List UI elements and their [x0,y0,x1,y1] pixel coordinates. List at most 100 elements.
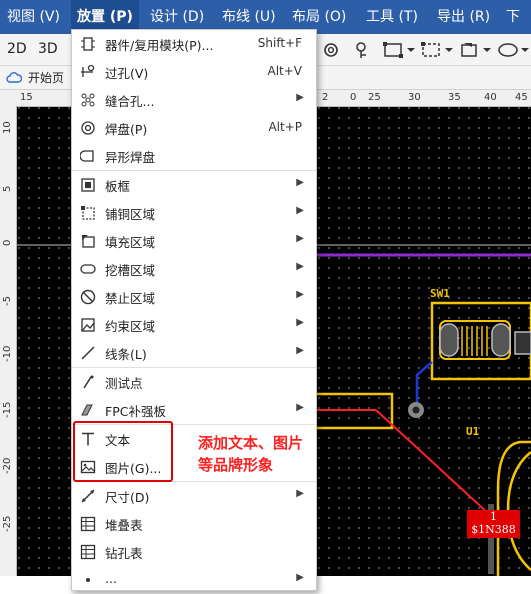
menu-item-label: 挖槽区域 [105,263,156,278]
ruler-top-label: 45 [515,92,528,103]
ruler-left-label: -10 [2,345,13,362]
menu-item-label: 约束区域 [105,319,156,334]
menu-item-label: 线条(L) [105,347,147,362]
highlight-box [73,421,173,482]
menu-item-board-outline[interactable]: 板框 ▶ [72,171,316,199]
stitch-via-icon [81,93,95,107]
ruler-top-label: 15 [20,92,33,103]
menu-item-label: 测试点 [105,376,143,391]
place-dropdown-menu: 器件/复用模块(P)... Shift+F 过孔(V) Alt+V 缝合孔...… [71,29,317,591]
pad-net: $1N388 [471,523,516,536]
custom-pad-icon [80,150,94,162]
via-icon [81,64,95,77]
board-outline-icon [81,178,95,192]
menu-item-constraint-region[interactable]: 约束区域 ▶ [72,311,316,339]
menu-item-label: 堆叠表 [105,518,143,533]
menu-item-shortcut: Alt+V [267,64,302,78]
keepout-icon [80,289,96,305]
menu-item-stackup-table[interactable]: 堆叠表 [72,510,316,538]
view-3d-button[interactable]: 3D [38,41,58,57]
ruler-left-label: -25 [2,515,13,532]
constraint-region-icon [81,318,95,332]
tab-home-label: 开始页 [28,71,65,85]
menu-more[interactable]: 下 [506,0,520,34]
ruler-top-label: 30 [408,92,421,103]
slot-region-icon [80,264,96,274]
menu-item-label: 禁止区域 [105,291,156,306]
menu-item-component[interactable]: 器件/复用模块(P)... Shift+F [72,30,316,58]
menu-item-drill-table[interactable]: 钻孔表 [72,538,316,566]
ruler-top-label: 35 [448,92,461,103]
menu-item-via[interactable]: 过孔(V) Alt+V [72,58,316,86]
copper-pour-icon [81,206,95,220]
annotation-text: 添加文本、图片 等品牌形象 [198,432,303,476]
menu-item-slot-region[interactable]: 挖槽区域 ▶ [72,255,316,283]
menu-export[interactable]: 导出 (R) [437,0,490,34]
menu-item-pad[interactable]: 焊盘(P) Alt+P [72,114,316,142]
pad-number: 1 [490,510,497,523]
ruler-left-label: -15 [2,401,13,418]
ruler-top-label: 0 [350,92,357,103]
submenu-arrow-icon: ▶ [296,572,304,583]
menu-item-label: 过孔(V) [105,66,149,81]
ruler-left-label: -20 [2,457,13,474]
sw1-label: SW1 [430,287,450,300]
submenu-arrow-icon: ▶ [296,205,304,216]
ruler-left-label: 0 [2,239,13,246]
menu-item-label: 器件/复用模块(P)... [105,38,214,53]
menu-item-label: 异形焊盘 [105,150,156,165]
menu-item-test-point[interactable]: 测试点 [72,368,316,396]
menu-item-fill-region[interactable]: 填充区域 ▶ [72,227,316,255]
view-2d-button[interactable]: 2D [7,41,27,57]
menu-item-label: 填充区域 [105,235,156,250]
menu-item-label: 铺铜区域 [105,207,156,222]
menu-item-label: 钻孔表 [105,546,143,561]
submenu-arrow-icon: ▶ [296,233,304,244]
menu-item-shortcut: Alt+P [268,120,302,134]
ruler-top-label: 40 [484,92,497,103]
pad-tool-icon[interactable] [320,40,342,60]
annotation-line-1: 添加文本、图片 [198,434,304,452]
cloud-icon [6,72,22,83]
ruler-top-label: 25 [368,92,381,103]
menu-item-stitch-via[interactable]: 缝合孔... ▶ [72,86,316,114]
ruler-left-label: -5 [2,296,13,306]
fill-tool-icon[interactable] [458,40,492,60]
menu-view[interactable]: 视图 (V) [7,0,60,34]
menu-item-label: ... [105,571,117,586]
menu-item-more[interactable]: ... ▶ [72,566,316,594]
menu-item-fpc-stiffener[interactable]: FPC补强板 ▶ [72,396,316,424]
fpc-stiffener-icon [81,404,93,416]
menu-tools[interactable]: 工具 (T) [366,0,418,34]
menu-item-custom-pad[interactable]: 异形焊盘 [72,142,316,170]
submenu-arrow-icon: ▶ [296,92,304,103]
line-icon [81,346,95,360]
submenu-arrow-icon: ▶ [296,345,304,356]
fill-region-icon [82,235,95,248]
ruler-left-label: 10 [2,121,13,134]
probe-tool-icon[interactable] [352,40,374,60]
drill-table-icon [80,544,96,560]
u1-label: U1 [466,425,480,438]
submenu-arrow-icon: ▶ [296,317,304,328]
menu-item-line[interactable]: 线条(L) ▶ [72,339,316,367]
menu-item-shortcut: Shift+F [257,36,302,50]
pad-tooltip: 1 $1N388 [467,510,520,538]
sw1-pad-3 [514,331,531,355]
submenu-arrow-icon: ▶ [296,177,304,188]
ruler-top-label: 2 [322,92,329,103]
stackup-table-icon [80,516,96,532]
submenu-arrow-icon: ▶ [296,289,304,300]
rect-tool-icon[interactable] [382,40,416,60]
region-tool-icon[interactable] [420,40,454,60]
menu-item-keepout[interactable]: 禁止区域 ▶ [72,283,316,311]
menu-item-label: 缝合孔... [105,94,155,109]
menu-item-dimension[interactable]: 尺寸(D) ▶ [72,482,316,510]
pad-icon [81,121,95,135]
ruler-left-label: 5 [2,185,13,192]
annotation-line-2: 等品牌形象 [198,456,274,474]
ellipse-tool-icon[interactable] [496,40,530,60]
menu-item-label: 板框 [105,179,131,194]
u1-outline [496,440,531,576]
menu-item-copper-pour[interactable]: 铺铜区域 ▶ [72,199,316,227]
